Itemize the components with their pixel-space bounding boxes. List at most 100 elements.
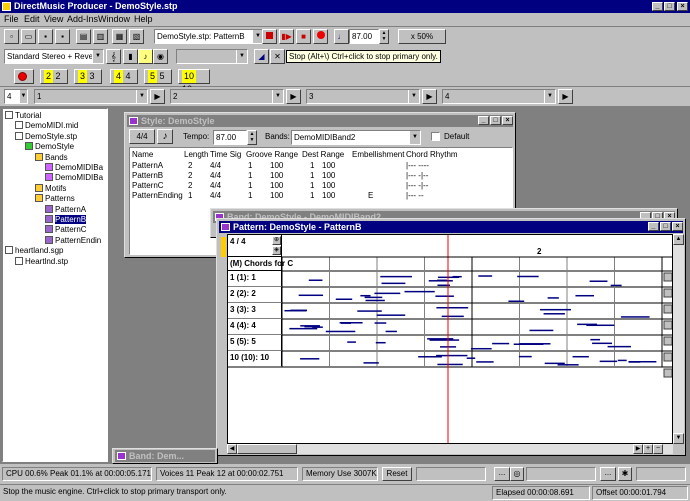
style-bands-select[interactable]: DemoMIDIBand2 ▼ [291,130,421,145]
play-from-start-icon[interactable]: ▮▶ [279,29,294,44]
style-close-button[interactable]: × [502,116,513,125]
save-all-icon[interactable]: ▪ [55,29,70,44]
output-select[interactable]: ▼ [176,49,248,64]
close-button[interactable]: × [677,2,688,11]
secondary-segment-5-button[interactable]: 5 5 [144,69,172,84]
transport-slot-3[interactable]: 3 ▼ [306,89,420,104]
menu-file[interactable]: File [4,14,19,24]
pattern-horizontal-scrollbar[interactable]: ◀ ▶ + − [227,444,673,454]
maximize-button[interactable]: □ [664,2,675,11]
audio-path-icon[interactable]: ◉ [153,49,168,64]
port-config-select[interactable]: Standard Stereo + Reverb ▼ [4,49,104,64]
chevron-down-icon[interactable]: ▼ [408,90,419,103]
secondary-segment-2-button[interactable]: 2 2 [40,69,68,84]
properties-icon[interactable]: ▤ [76,29,91,44]
column-header[interactable]: Name [132,150,153,159]
metronome-icon[interactable]: ♩ [334,29,349,44]
band-window-minimized[interactable]: Band: Dem... [112,448,218,464]
pattern-piano-roll[interactable] [228,235,673,444]
column-header[interactable]: Time Sig [210,150,241,159]
synth-icon[interactable]: 𝄞 [106,49,121,64]
transport-play-4-icon[interactable]: ▶ [558,89,573,104]
style-tempo-field[interactable]: 87.00 [213,130,247,145]
default-checkbox[interactable] [431,132,440,141]
pattern-vertical-scrollbar[interactable]: ▲ ▼ [673,234,684,444]
save-icon[interactable]: ▪ [38,29,53,44]
menu-edit[interactable]: Edit [24,14,40,24]
tree-item[interactable]: Heartlnd.stp [15,256,68,267]
record-icon[interactable] [313,29,328,44]
open-icon[interactable]: ▭ [21,29,36,44]
chevron-down-icon[interactable]: ▼ [409,131,420,144]
style-minimize-button[interactable]: _ [478,116,489,125]
tree-item[interactable]: heartland.sgp [5,246,63,256]
tree-item[interactable]: DemoStyle.stp [15,131,77,142]
mute-icon[interactable]: ◢ [254,49,269,64]
note-icon[interactable]: ♪ [157,129,173,144]
tree-item[interactable]: PatternA [45,204,86,215]
transport-slot-1[interactable]: 1 ▼ [34,89,148,104]
tree-item[interactable]: DemoMIDI.mid [15,121,78,131]
more-button-2[interactable]: ... [600,467,616,481]
reset-button[interactable]: Reset [382,467,412,481]
secondary-segment-3-button[interactable]: 3 3 [74,69,102,84]
play-icon[interactable]: ■ [296,29,311,44]
project-tree[interactable]: Tutorial DemoMIDI.mid DemoStyle.stp DemoSty… [2,108,108,462]
menu-add-ins[interactable]: Add-Ins [67,14,98,24]
transport-play-1-icon[interactable]: ▶ [150,89,165,104]
menu-view[interactable]: View [44,14,63,24]
tempo-ratio-button[interactable]: x 50% [398,29,446,44]
chevron-down-icon[interactable]: ▼ [544,90,555,103]
track-header[interactable]: 5 (5): 5 [228,335,282,351]
table-cell[interactable]: PatternA [132,161,163,170]
chevron-down-icon[interactable]: ▼ [236,50,247,63]
pattern-grid[interactable]: 4 / 4 ⊕ ◈ 2 (M) Chords for C 1 (1): 12 (… [227,234,673,444]
chevron-down-icon[interactable]: ▼ [136,90,147,103]
track-header[interactable]: 4 (4): 4 [228,319,282,335]
header-zoom-icon[interactable]: ⊕ [272,236,281,245]
track-header[interactable]: 10 (10): 10 [228,351,282,367]
transport-slot-2[interactable]: 2 ▼ [170,89,284,104]
tile-icon[interactable]: ▦ [112,29,127,44]
track-header[interactable]: 1 (1): 1 [228,271,282,287]
tempo-spinner[interactable]: ▲ ▼ [379,29,389,44]
tree-item[interactable]: PatternEndin [45,235,101,246]
tree-item[interactable]: DemoMIDIBa [45,173,103,183]
chevron-down-icon[interactable]: ▼ [272,90,283,103]
table-cell[interactable]: PatternEnding [132,191,183,200]
column-header[interactable]: Groove Range [246,150,298,159]
tree-item[interactable]: DemoMIDIBa [45,163,103,173]
zoom-out-icon[interactable]: − [653,444,663,454]
style-time-sig-button[interactable]: 4/4 [129,129,155,144]
column-header[interactable]: Chord Rhythm [406,150,458,159]
column-header[interactable]: Embellishment [352,150,404,159]
menu-help[interactable]: Help [134,14,153,24]
pattern-minimize-button[interactable]: _ [648,222,659,231]
column-header[interactable]: Length [184,150,208,159]
secondary-segment-1-button[interactable] [14,69,34,84]
track-header[interactable]: 3 (3): 3 [228,303,282,319]
style-maximize-button[interactable]: □ [490,116,501,125]
tree-item[interactable]: Motifs [35,183,66,194]
stop-icon[interactable] [262,29,277,44]
secondary-segment-4-button[interactable]: 4 4 [110,69,138,84]
tree-item[interactable]: PatternC [45,225,87,235]
scroll-left-icon[interactable]: ◀ [227,444,237,454]
tree-item[interactable]: Patterns [35,194,75,204]
style-tempo-spinner[interactable]: ▲ ▼ [247,130,257,145]
secondary-segment-10-button[interactable]: 10 10 [178,69,210,94]
layout-icon[interactable]: ▥ [93,29,108,44]
tempo-field[interactable]: 87.00 [349,29,379,44]
tree-item[interactable]: PatternB [45,215,87,225]
minimize-button[interactable]: _ [652,2,663,11]
music-note-icon[interactable]: ♪ [138,49,153,64]
port-settings-icon[interactable]: ✱ [618,467,632,481]
track-header[interactable]: 2 (2): 2 [228,287,282,303]
tree-item[interactable]: Bands [35,152,68,163]
cascade-icon[interactable]: ▧ [129,29,144,44]
settings-icon[interactable]: ◎ [510,467,524,481]
transport-play-3-icon[interactable]: ▶ [422,89,437,104]
piano-icon[interactable]: ▮ [123,49,138,64]
zoom-in-icon[interactable]: + [643,444,653,454]
transport-count-select[interactable]: 4 ▼ [4,89,28,104]
